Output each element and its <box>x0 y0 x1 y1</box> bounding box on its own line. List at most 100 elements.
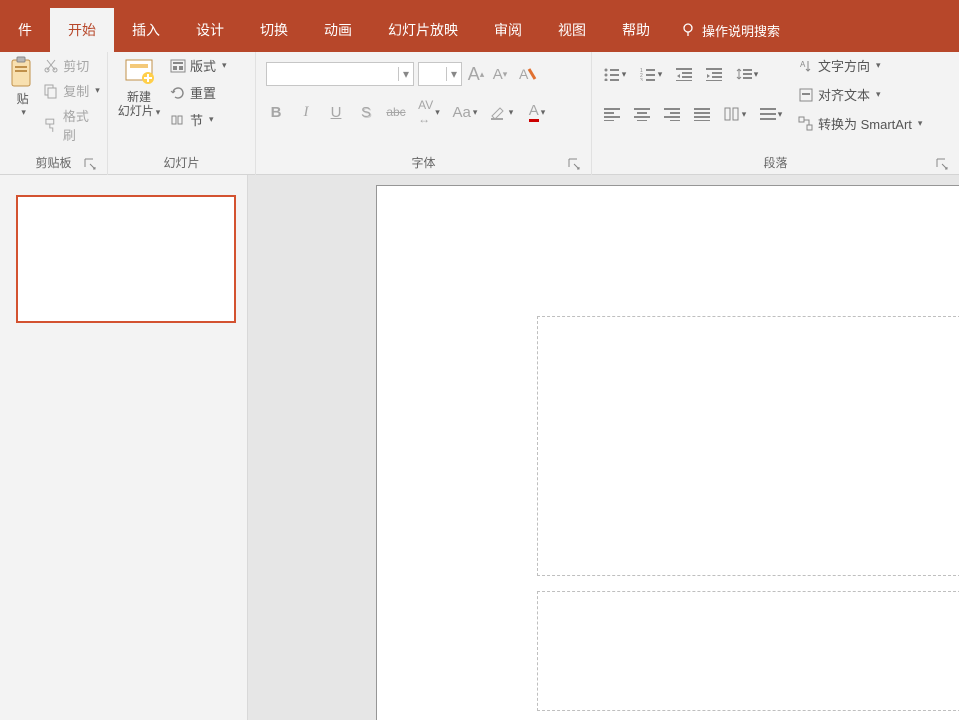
grow-font-button[interactable]: A▴ <box>466 64 486 84</box>
tab-slideshow[interactable]: 幻灯片放映 <box>370 8 476 52</box>
align-text-button[interactable]: 对齐文本▾ <box>798 85 922 104</box>
decrease-indent-button[interactable] <box>674 64 694 84</box>
section-icon <box>170 112 186 128</box>
tab-file[interactable]: 件 <box>0 8 50 52</box>
paragraph-dialog-launcher[interactable] <box>935 157 949 171</box>
font-name-combo[interactable]: ▾ <box>266 62 414 86</box>
slide-1[interactable]: 单击此 单击 <box>376 185 959 720</box>
group-clipboard: 贴 ▾ 剪切 复制▾ 格式刷 剪贴板 <box>0 52 108 175</box>
distribute-button[interactable]: ▾ <box>758 104 784 124</box>
tab-transition[interactable]: 切换 <box>242 8 306 52</box>
slide-thumbnail-panel[interactable] <box>0 175 248 720</box>
slides-group-label: 幻灯片 <box>114 152 249 175</box>
distribute-icon <box>760 107 776 121</box>
align-right-icon <box>664 107 680 121</box>
bullets-icon <box>604 67 620 81</box>
scissors-icon <box>43 58 59 74</box>
smartart-icon <box>798 116 814 132</box>
svg-text:A: A <box>519 66 529 82</box>
workspace: 单击此 单击 Baidu经验 jingyan.baidu.com <box>0 175 959 720</box>
numbering-button[interactable]: 123▾ <box>638 64 664 84</box>
highlight-icon <box>489 103 507 121</box>
paste-label: 贴 <box>17 90 29 107</box>
tab-animation[interactable]: 动画 <box>306 8 370 52</box>
line-spacing-button[interactable]: ▾ <box>734 64 760 84</box>
align-text-icon <box>798 87 814 103</box>
reset-icon <box>170 85 186 101</box>
font-dialog-launcher[interactable] <box>567 157 581 171</box>
justify-button[interactable] <box>692 104 712 124</box>
paragraph-group-label: 段落 <box>598 152 953 175</box>
smartart-button[interactable]: 转换为 SmartArt▾ <box>798 114 922 133</box>
columns-icon <box>724 107 740 121</box>
clear-formatting-icon: A <box>517 65 537 83</box>
group-paragraph: ▾ 123▾ ▾ ▾ ▾ A 文字方向▾ <box>592 52 959 175</box>
tab-insert[interactable]: 插入 <box>114 8 178 52</box>
numbering-icon: 123 <box>640 67 656 81</box>
strikethrough-button[interactable]: abc <box>386 102 406 122</box>
text-highlight-button[interactable]: ▾ <box>488 102 514 122</box>
cut-button[interactable]: 剪切 <box>43 56 101 75</box>
font-color-button[interactable]: A▾ <box>524 102 550 122</box>
line-spacing-icon <box>736 67 752 81</box>
change-case-button[interactable]: Aa▾ <box>452 102 478 122</box>
slide-thumbnail-1[interactable] <box>16 195 236 323</box>
align-left-button[interactable] <box>602 104 622 124</box>
format-painter-button[interactable]: 格式刷 <box>43 106 101 144</box>
ribbon-tabs: 件 开始 插入 设计 切换 动画 幻灯片放映 审阅 视图 帮助 操作说明搜索 <box>0 8 959 52</box>
underline-button[interactable]: U <box>326 102 346 122</box>
tab-view[interactable]: 视图 <box>540 8 604 52</box>
align-center-icon <box>634 107 650 121</box>
section-button[interactable]: 节▾ <box>170 110 227 129</box>
char-spacing-icon: AV↔ <box>418 98 433 126</box>
reset-button[interactable]: 重置 <box>170 83 227 102</box>
clipboard-group-label: 剪贴板 <box>6 152 101 175</box>
outdent-icon <box>676 67 692 81</box>
font-group-label: 字体 <box>262 152 585 175</box>
bullets-button[interactable]: ▾ <box>602 64 628 84</box>
tell-me-label: 操作说明搜索 <box>702 21 780 40</box>
italic-button[interactable]: I <box>296 102 316 122</box>
layout-button[interactable]: 版式▾ <box>170 56 227 75</box>
copy-button[interactable]: 复制▾ <box>43 81 101 100</box>
clipboard-dialog-launcher[interactable] <box>83 157 97 171</box>
indent-icon <box>706 67 722 81</box>
paste-icon <box>9 56 37 90</box>
increase-indent-button[interactable] <box>704 64 724 84</box>
group-font: ▾ ▾ A▴ A▾ A B I U S abc AV↔▾ Aa▾ <box>256 52 592 175</box>
ribbon: 贴 ▾ 剪切 复制▾ 格式刷 剪贴板 <box>0 52 959 175</box>
bold-button[interactable]: B <box>266 102 286 122</box>
text-direction-button[interactable]: A 文字方向▾ <box>798 56 922 75</box>
chevron-down-icon: ▾ <box>21 107 26 118</box>
shrink-font-icon: ▾ <box>503 69 508 80</box>
new-slide-icon <box>122 56 156 88</box>
clear-formatting-button[interactable]: A <box>514 64 540 84</box>
tell-me-search[interactable]: 操作说明搜索 <box>668 21 780 40</box>
columns-button[interactable]: ▾ <box>722 104 748 124</box>
paste-button[interactable]: 贴 ▾ <box>6 56 39 152</box>
svg-text:3: 3 <box>640 78 643 81</box>
shrink-font-button[interactable]: A▾ <box>490 64 510 84</box>
layout-icon <box>170 58 186 74</box>
copy-icon <box>43 83 59 99</box>
tab-home[interactable]: 开始 <box>50 8 114 52</box>
align-left-icon <box>604 107 620 121</box>
lightbulb-icon <box>680 22 696 38</box>
align-right-button[interactable] <box>662 104 682 124</box>
tab-design[interactable]: 设计 <box>178 8 242 52</box>
new-slide-button[interactable]: 新建幻灯片▾ <box>114 56 164 152</box>
char-spacing-button[interactable]: AV↔▾ <box>416 102 442 122</box>
font-size-combo[interactable]: ▾ <box>418 62 462 86</box>
justify-icon <box>694 107 710 121</box>
text-direction-icon: A <box>798 58 814 74</box>
tab-help[interactable]: 帮助 <box>604 8 668 52</box>
group-slides: 新建幻灯片▾ 版式▾ 重置 节▾ 幻灯片 <box>108 52 256 175</box>
tab-review[interactable]: 审阅 <box>476 8 540 52</box>
text-shadow-button[interactable]: S <box>356 102 376 122</box>
subtitle-placeholder[interactable]: 单击 <box>537 591 959 711</box>
svg-text:A: A <box>800 60 806 69</box>
title-placeholder[interactable]: 单击此 <box>537 316 959 576</box>
align-center-button[interactable] <box>632 104 652 124</box>
slide-canvas-area[interactable]: 单击此 单击 Baidu经验 jingyan.baidu.com <box>248 175 959 720</box>
format-painter-icon <box>43 117 59 133</box>
